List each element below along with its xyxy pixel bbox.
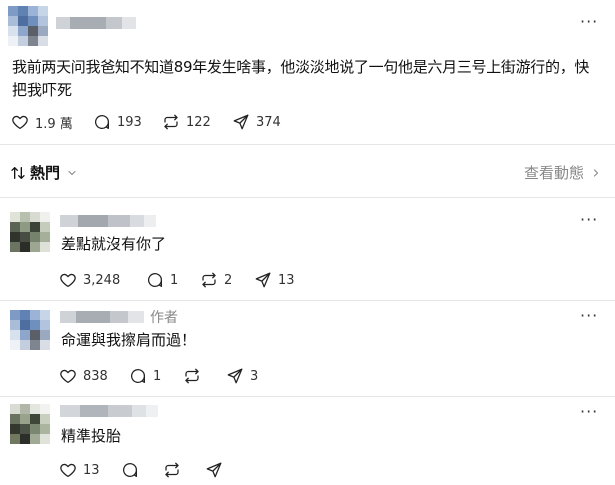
more-options-icon[interactable]: ··· — [580, 12, 598, 31]
heart-icon — [60, 273, 76, 288]
share-count: 13 — [278, 272, 295, 288]
share-button[interactable]: 13 — [254, 270, 295, 290]
author-badge: 作者 — [150, 310, 178, 326]
like-count: 3,248 — [83, 272, 121, 288]
comment-count: 193 — [117, 114, 142, 130]
reply-text: 差點就沒有你了 — [61, 235, 167, 253]
comment-button[interactable]: 193 — [93, 112, 142, 132]
comment-button[interactable]: 1 — [129, 366, 161, 386]
send-icon — [227, 368, 243, 384]
repost-icon — [164, 114, 178, 130]
repost-count: 2 — [224, 272, 233, 288]
view-activity-link[interactable]: 查看動態 — [524, 162, 602, 183]
heart-icon — [12, 115, 28, 130]
divider — [0, 300, 615, 301]
avatar[interactable] — [8, 6, 48, 46]
send-icon — [206, 462, 222, 478]
repost-button[interactable]: 2 — [200, 270, 232, 290]
reply-text: 精準投胎 — [61, 427, 122, 445]
chevron-right-icon — [593, 168, 599, 177]
comment-button[interactable] — [121, 460, 145, 480]
comment-count: 1 — [170, 272, 179, 288]
username[interactable] — [60, 308, 144, 326]
share-count: 374 — [256, 114, 281, 130]
username[interactable] — [56, 14, 136, 32]
divider — [0, 197, 615, 198]
sort-dropdown[interactable]: 熱門 — [10, 162, 78, 183]
repost-icon — [165, 462, 179, 478]
avatar[interactable] — [10, 404, 50, 444]
repost-button[interactable] — [163, 460, 187, 480]
comment-icon — [130, 368, 146, 384]
repost-count: 122 — [186, 114, 211, 130]
post-text-line-1: 我前两天问我爸知不知道89年发生啥事，他淡淡地说了一句他是六月三号上街游行的，快 — [12, 58, 590, 76]
like-count: 1.9 萬 — [35, 116, 73, 132]
share-button[interactable]: 3 — [226, 366, 258, 386]
chevron-down-icon — [68, 170, 76, 175]
repost-button[interactable] — [183, 366, 207, 386]
avatar[interactable] — [10, 310, 50, 350]
heart-icon — [60, 463, 76, 478]
post-text-line-2: 把我吓死 — [12, 81, 73, 99]
avatar[interactable] — [10, 212, 50, 252]
comment-icon — [147, 272, 163, 288]
like-button[interactable]: 838 — [59, 366, 108, 386]
sort-label: 熱門 — [30, 164, 61, 182]
more-options-icon[interactable]: ··· — [580, 402, 598, 421]
divider — [0, 396, 615, 397]
share-button[interactable]: 374 — [232, 112, 281, 132]
comment-icon — [94, 114, 110, 130]
like-button[interactable]: 3,248 — [59, 270, 120, 290]
repost-icon — [202, 272, 216, 288]
view-activity-label: 查看動態 — [524, 164, 585, 182]
comment-button[interactable]: 1 — [146, 270, 178, 290]
like-count: 838 — [83, 368, 108, 384]
share-button[interactable] — [205, 460, 229, 480]
like-button[interactable]: 1.9 萬 — [11, 112, 73, 132]
divider — [0, 144, 615, 145]
more-options-icon[interactable]: ··· — [580, 210, 598, 229]
send-icon — [255, 272, 271, 288]
username[interactable] — [60, 402, 158, 420]
like-button[interactable]: 13 — [59, 460, 100, 480]
repost-icon — [185, 368, 199, 384]
repost-button[interactable]: 122 — [162, 112, 211, 132]
comment-icon — [122, 462, 138, 478]
more-options-icon[interactable]: ··· — [580, 306, 598, 325]
like-count: 13 — [83, 462, 100, 478]
sort-arrows-icon — [11, 166, 25, 179]
share-count: 3 — [250, 368, 259, 384]
comment-count: 1 — [153, 368, 162, 384]
reply-text: 命運與我擦肩而過！ — [61, 331, 197, 349]
send-icon — [233, 114, 249, 130]
username[interactable] — [60, 212, 156, 230]
heart-icon — [60, 369, 76, 384]
